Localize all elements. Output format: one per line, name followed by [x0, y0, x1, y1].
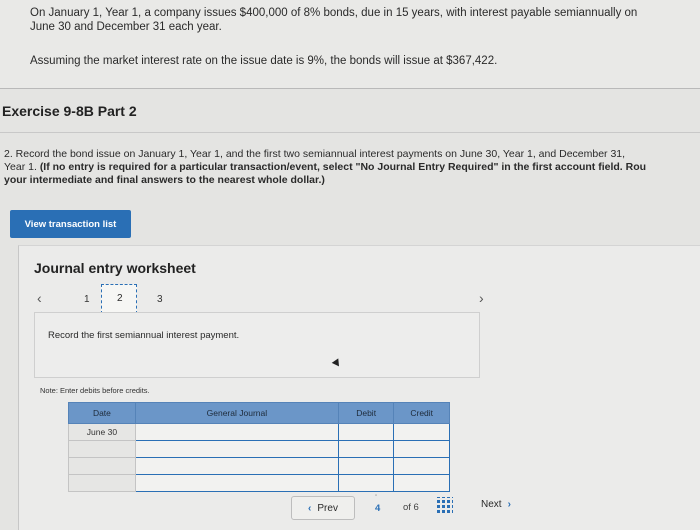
chevron-right-icon: › [507, 499, 511, 510]
table-row [68, 457, 450, 475]
prev-button[interactable]: ‹ Prev [291, 496, 355, 520]
worksheet-page-3[interactable]: 3 [157, 294, 163, 305]
debit-input[interactable] [337, 457, 395, 475]
date-cell[interactable] [68, 440, 136, 458]
assumption-text: Assuming the market interest rate on the… [30, 55, 498, 67]
debit-input[interactable] [337, 440, 395, 458]
transaction-description: Record the first semiannual interest pay… [48, 330, 240, 341]
requirement-line-3: your intermediate and final answers to t… [4, 174, 325, 186]
intro-text: On January 1, Year 1, a company issues $… [30, 6, 680, 34]
intro-line-1: On January 1, Year 1, a company issues $… [30, 7, 638, 19]
account-input[interactable] [134, 440, 339, 458]
page-marker-icon: ▫ [375, 493, 378, 499]
prev-label: Prev [317, 502, 338, 514]
credit-input[interactable] [393, 440, 450, 458]
journal-table: Date General Journal Debit Credit June 3… [68, 402, 450, 492]
date-header: Date [68, 402, 136, 424]
date-cell[interactable] [68, 457, 136, 475]
chevron-left-icon[interactable]: ‹ [37, 290, 42, 306]
next-button[interactable]: Next › [481, 499, 511, 510]
account-input[interactable] [134, 423, 339, 441]
divider [0, 88, 700, 89]
credit-input[interactable] [393, 457, 450, 475]
requirement-line-2-bold: (If no entry is required for a particula… [39, 161, 647, 173]
chevron-left-icon: ‹ [308, 502, 312, 514]
current-page: 4 [375, 503, 381, 514]
account-input[interactable] [134, 457, 339, 475]
requirement-line-2-plain: Year 1. [4, 161, 40, 173]
debit-header: Debit [337, 402, 395, 424]
table-row: June 30 [68, 423, 450, 441]
grid-icon[interactable] [437, 497, 453, 513]
credit-input[interactable] [393, 423, 450, 441]
debit-input[interactable] [337, 474, 395, 492]
requirement-text: 2. Record the bond issue on January 1, Y… [4, 148, 700, 187]
chevron-right-icon[interactable]: › [479, 290, 484, 306]
view-transaction-list-button[interactable]: View transaction list [10, 210, 131, 238]
debit-input[interactable] [337, 423, 395, 441]
credit-header: Credit [393, 402, 450, 424]
table-row [68, 474, 450, 492]
requirement-line-1: 2. Record the bond issue on January 1, Y… [4, 148, 626, 160]
intro-line-2: June 30 and December 31 each year. [30, 21, 222, 33]
divider [0, 132, 700, 133]
account-input[interactable] [134, 474, 339, 492]
transaction-description-box [34, 312, 480, 378]
next-label: Next [481, 499, 502, 510]
date-cell[interactable]: June 30 [68, 423, 136, 441]
requirement-line-2: Year 1. (If no entry is required for a p… [4, 161, 700, 174]
page-total: of 6 [403, 502, 419, 513]
worksheet-page-2[interactable]: 2 [117, 293, 123, 304]
note-text: Note: Enter debits before credits. [40, 386, 150, 395]
worksheet-page-1[interactable]: 1 [84, 294, 90, 305]
general-journal-header: General Journal [134, 402, 339, 424]
date-cell[interactable] [68, 474, 136, 492]
page-indicator[interactable]: ▫ 4 [369, 493, 393, 517]
table-row [68, 440, 450, 458]
worksheet-title: Journal entry worksheet [34, 260, 196, 276]
journal-header-row: Date General Journal Debit Credit [68, 402, 450, 424]
exercise-title: Exercise 9-8B Part 2 [2, 103, 137, 119]
credit-input[interactable] [393, 474, 450, 492]
